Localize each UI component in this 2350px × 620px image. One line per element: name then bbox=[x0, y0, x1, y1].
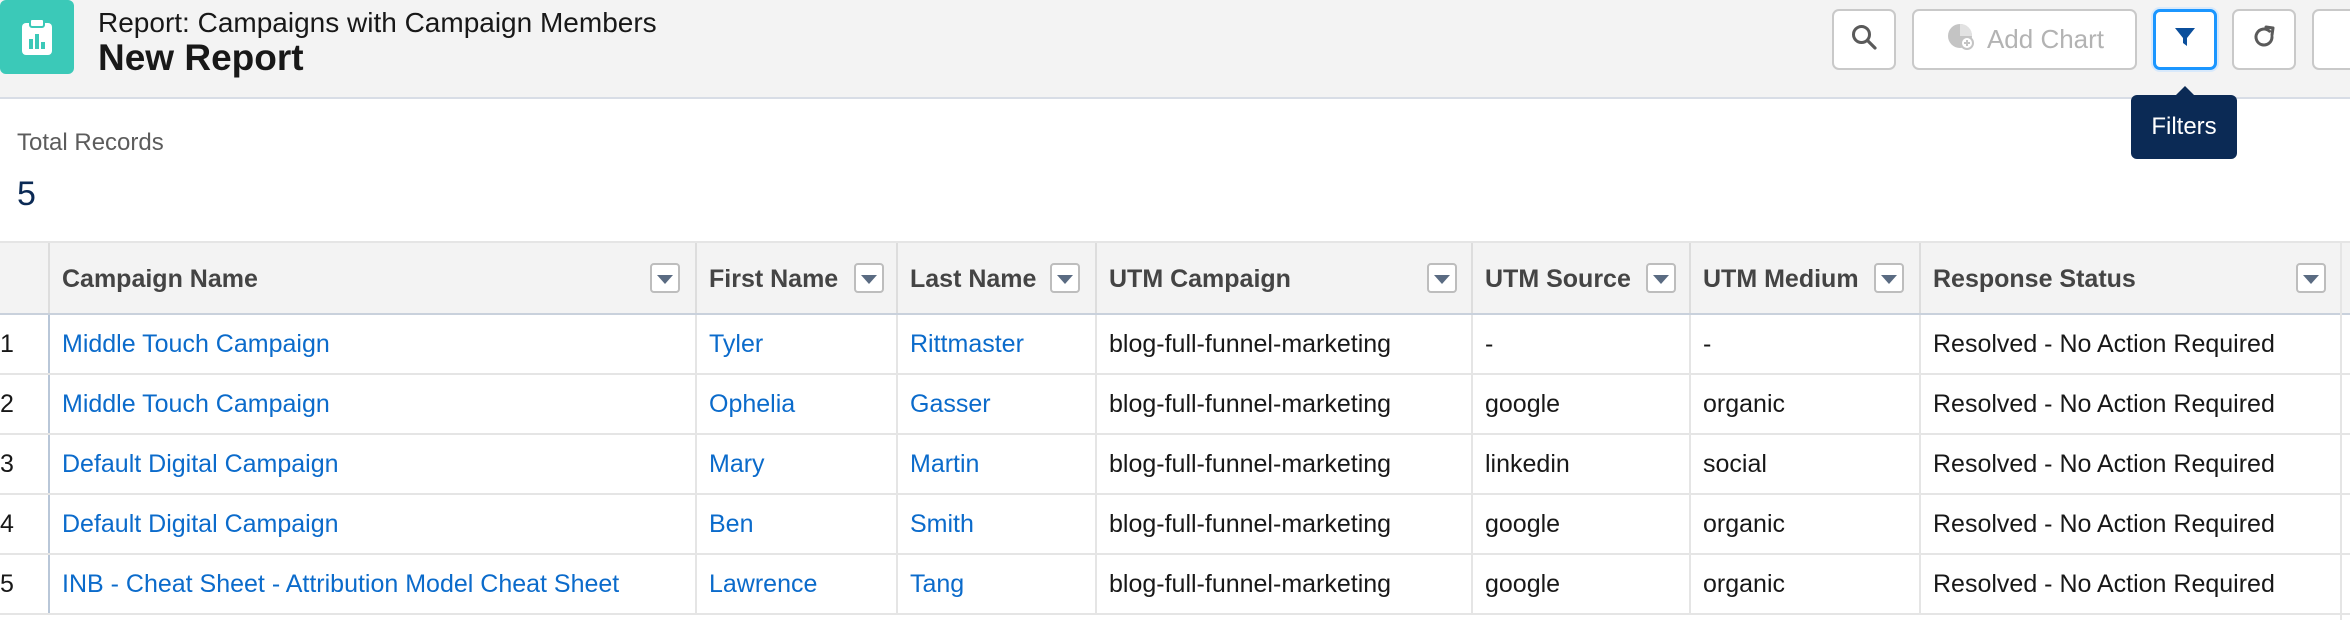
report-icon bbox=[0, 0, 74, 74]
report-header: Report: Campaigns with Campaign Members … bbox=[0, 0, 2350, 99]
filter-icon bbox=[2172, 24, 2198, 55]
more-actions-button[interactable] bbox=[2312, 9, 2350, 70]
refresh-button[interactable] bbox=[2232, 9, 2296, 70]
total-records-label: Total Records bbox=[17, 129, 164, 156]
report-type-label: Report: Campaigns with Campaign Members bbox=[98, 7, 657, 38]
search-button[interactable] bbox=[1832, 9, 1896, 70]
campaign-name-link[interactable]: Default Digital Campaign bbox=[48, 435, 695, 493]
utm-campaign-cell: blog-full-funnel-marketing bbox=[1095, 375, 1471, 433]
chevron-down-icon[interactable] bbox=[854, 263, 884, 293]
page-title: New Report bbox=[98, 37, 304, 78]
chevron-down-icon[interactable] bbox=[1874, 263, 1904, 293]
add-chart-button[interactable]: Add Chart bbox=[1912, 9, 2137, 70]
table-row: 3 Default Digital Campaign Mary Martin b… bbox=[0, 435, 2350, 495]
first-name-link[interactable]: Ophelia bbox=[695, 375, 896, 433]
column-header-utm-source[interactable]: UTM Source bbox=[1471, 243, 1689, 313]
column-header-utm-medium[interactable]: UTM Medium bbox=[1689, 243, 1919, 313]
response-status-cell: Resolved - No Action Required bbox=[1919, 315, 2340, 373]
last-name-link[interactable]: Smith bbox=[896, 495, 1095, 553]
utm-source-cell: google bbox=[1471, 375, 1689, 433]
utm-campaign-cell: blog-full-funnel-marketing bbox=[1095, 555, 1471, 613]
first-name-link[interactable]: Mary bbox=[695, 435, 896, 493]
column-header-label: Last Name bbox=[910, 265, 1037, 293]
utm-source-cell: google bbox=[1471, 495, 1689, 553]
add-chart-label: Add Chart bbox=[1986, 24, 2105, 54]
column-header-response-status[interactable]: Response Status bbox=[1919, 243, 2340, 313]
utm-campaign-cell: blog-full-funnel-marketing bbox=[1095, 315, 1471, 373]
refresh-icon bbox=[2250, 23, 2278, 56]
chevron-down-icon[interactable] bbox=[1427, 263, 1457, 293]
utm-medium-cell: organic bbox=[1689, 555, 1919, 613]
chevron-down-icon[interactable] bbox=[650, 263, 680, 293]
utm-campaign-cell: blog-full-funnel-marketing bbox=[1095, 435, 1471, 493]
table-right-border bbox=[2340, 243, 2342, 620]
row-number: 5 bbox=[0, 570, 14, 598]
first-name-link[interactable]: Lawrence bbox=[695, 555, 896, 613]
last-name-link[interactable]: Gasser bbox=[896, 375, 1095, 433]
campaign-name-link[interactable]: INB - Cheat Sheet - Attribution Model Ch… bbox=[48, 555, 695, 613]
response-status-cell: Resolved - No Action Required bbox=[1919, 435, 2340, 493]
column-header-utm-campaign[interactable]: UTM Campaign bbox=[1095, 243, 1471, 313]
utm-medium-cell: organic bbox=[1689, 495, 1919, 553]
last-name-link[interactable]: Rittmaster bbox=[896, 315, 1095, 373]
search-icon bbox=[1850, 23, 1878, 56]
utm-medium-cell: social bbox=[1689, 435, 1919, 493]
total-records-value: 5 bbox=[17, 175, 36, 213]
filters-tooltip: Filters bbox=[2131, 86, 2237, 159]
chevron-down-icon[interactable] bbox=[1646, 263, 1676, 293]
utm-medium-cell: organic bbox=[1689, 375, 1919, 433]
utm-campaign-cell: blog-full-funnel-marketing bbox=[1095, 495, 1471, 553]
campaign-name-link[interactable]: Middle Touch Campaign bbox=[48, 375, 695, 433]
column-header-label: First Name bbox=[709, 265, 839, 293]
column-header-label: UTM Source bbox=[1485, 265, 1631, 293]
column-header-label: Campaign Name bbox=[62, 265, 258, 293]
table-row: 5 INB - Cheat Sheet - Attribution Model … bbox=[0, 555, 2350, 615]
utm-source-cell: google bbox=[1471, 555, 1689, 613]
chart-icon bbox=[1945, 21, 1975, 58]
response-status-cell: Resolved - No Action Required bbox=[1919, 555, 2340, 613]
utm-source-cell: linkedin bbox=[1471, 435, 1689, 493]
utm-source-cell: - bbox=[1471, 315, 1689, 373]
table-row: 4 Default Digital Campaign Ben Smith blo… bbox=[0, 495, 2350, 555]
chevron-down-icon[interactable] bbox=[2296, 263, 2326, 293]
row-number: 1 bbox=[0, 330, 14, 358]
table-header: Campaign Name First Name Last Name UTM C… bbox=[0, 243, 2350, 315]
first-name-link[interactable]: Tyler bbox=[695, 315, 896, 373]
column-header-campaign-name[interactable]: Campaign Name bbox=[48, 243, 695, 313]
filters-button[interactable] bbox=[2153, 9, 2217, 70]
column-header-label: UTM Medium bbox=[1703, 265, 1859, 293]
utm-medium-cell: - bbox=[1689, 315, 1919, 373]
response-status-cell: Resolved - No Action Required bbox=[1919, 495, 2340, 553]
column-header-label: Response Status bbox=[1933, 265, 2136, 293]
table-row: 2 Middle Touch Campaign Ophelia Gasser b… bbox=[0, 375, 2350, 435]
table-row: 1 Middle Touch Campaign Tyler Rittmaster… bbox=[0, 315, 2350, 375]
column-header-last-name[interactable]: Last Name bbox=[896, 243, 1095, 313]
row-number: 4 bbox=[0, 510, 14, 538]
row-number: 3 bbox=[0, 450, 14, 478]
column-header-label: UTM Campaign bbox=[1109, 265, 1291, 293]
report-table: Campaign Name First Name Last Name UTM C… bbox=[0, 241, 2350, 620]
last-name-link[interactable]: Martin bbox=[896, 435, 1095, 493]
response-status-cell: Resolved - No Action Required bbox=[1919, 375, 2340, 433]
last-name-link[interactable]: Tang bbox=[896, 555, 1095, 613]
row-number: 2 bbox=[0, 390, 14, 418]
campaign-name-link[interactable]: Middle Touch Campaign bbox=[48, 315, 695, 373]
first-name-link[interactable]: Ben bbox=[695, 495, 896, 553]
chevron-down-icon[interactable] bbox=[1050, 263, 1080, 293]
column-header-first-name[interactable]: First Name bbox=[695, 243, 896, 313]
campaign-name-link[interactable]: Default Digital Campaign bbox=[48, 495, 695, 553]
